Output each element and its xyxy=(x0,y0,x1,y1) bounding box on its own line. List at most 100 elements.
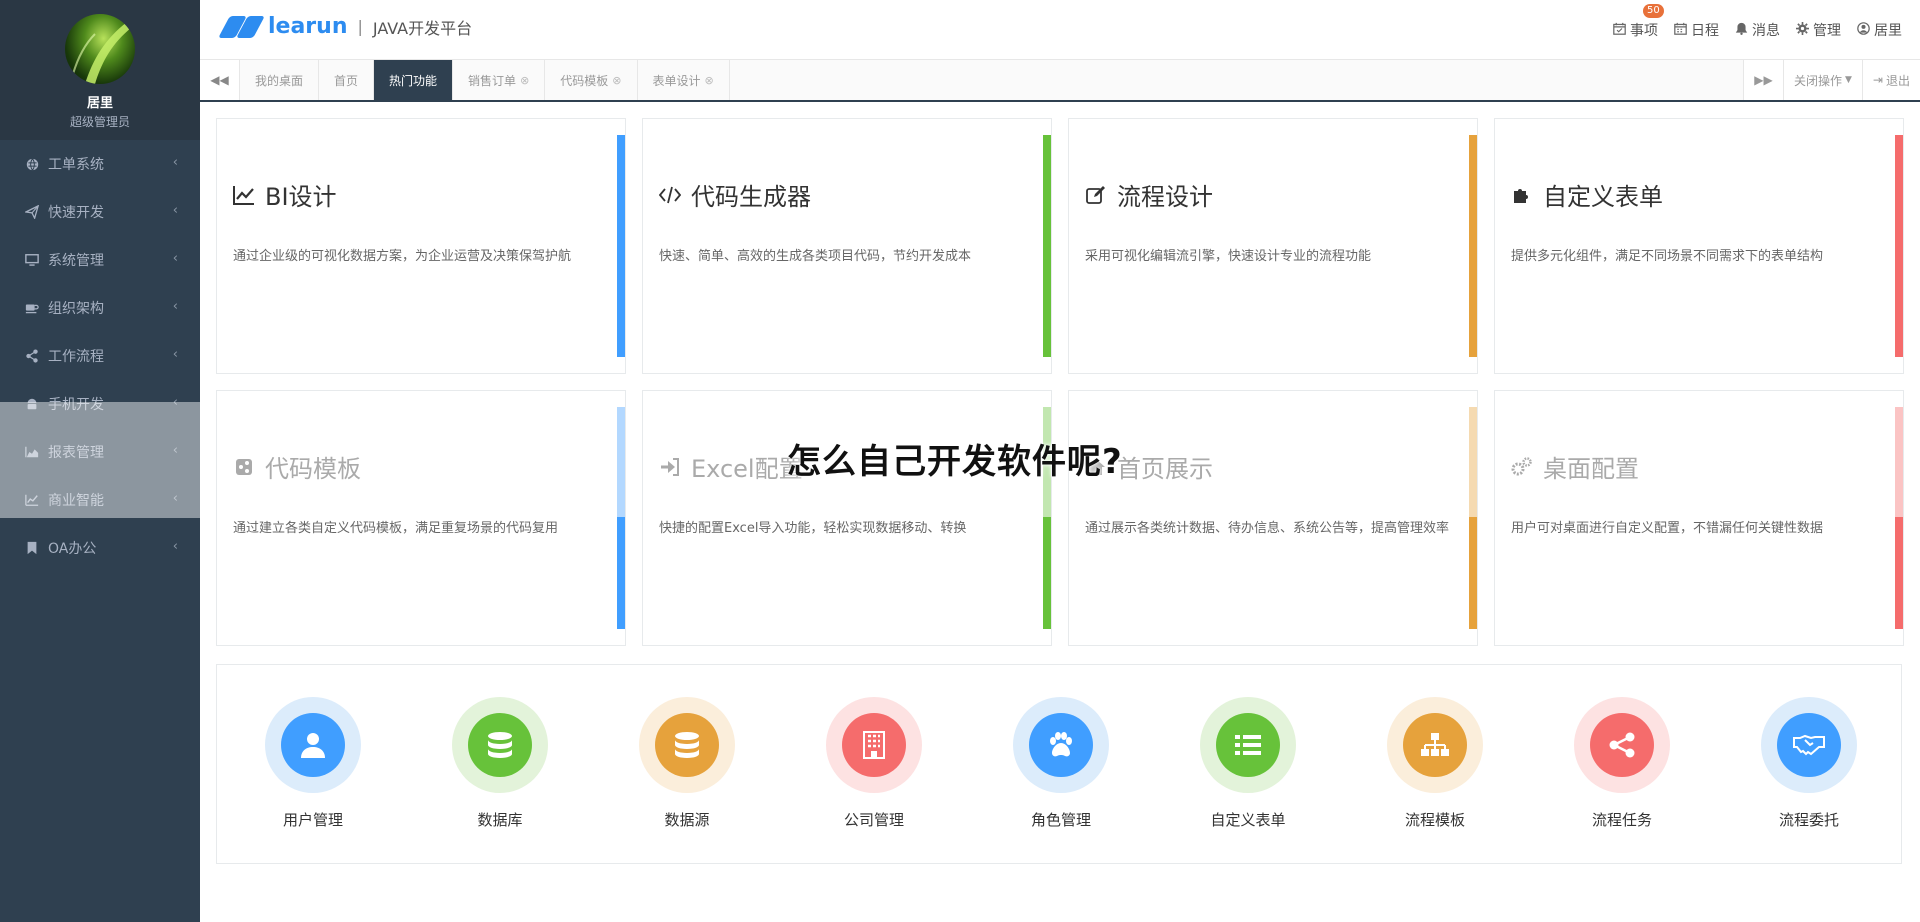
sidebar: 居里 超级管理员 工单系统 ‹ 快速开发 ‹ 系统管理 ‹ 组织架构 ‹ 工作流… xyxy=(0,0,200,922)
nav-schedule[interactable]: 日程 xyxy=(1666,20,1727,40)
tabs-scroll-right-button[interactable]: ▶▶ xyxy=(1742,60,1783,100)
feature-card-excel-config[interactable]: Excel配置 快捷的配置Excel导入功能，轻松实现数据移动、转换 xyxy=(642,390,1052,646)
tabs-scroll-left-button[interactable]: ◀◀ xyxy=(200,60,240,100)
quick-process-task[interactable]: 流程任务 xyxy=(1572,697,1672,830)
calendar-check-icon xyxy=(1613,22,1626,39)
tab-form-design[interactable]: 表单设计 ⊗ xyxy=(638,60,730,100)
tab-code-templates[interactable]: 代码模板 ⊗ xyxy=(545,60,638,100)
card-title: Excel配置 xyxy=(691,455,803,483)
tab-sales-orders[interactable]: 销售订单 ⊗ xyxy=(453,60,546,100)
bell-icon xyxy=(1735,22,1748,39)
database-icon xyxy=(488,732,512,758)
chevron-left-icon: ‹ xyxy=(172,347,178,362)
sidebar-item-mobile-dev[interactable]: 手机开发 ‹ xyxy=(0,380,200,428)
feature-card-code-template[interactable]: 代码模板 通过建立各类自定义代码模板，满足重复场景的代码复用 xyxy=(216,390,626,646)
globe-icon xyxy=(24,156,40,172)
chevron-left-icon: ‹ xyxy=(172,251,178,266)
quick-role-management[interactable]: 角色管理 xyxy=(1011,697,1111,830)
sidebar-item-business-intelligence[interactable]: 商业智能 ‹ xyxy=(0,476,200,524)
nav-tasks[interactable]: 事项 50 xyxy=(1605,4,1666,40)
quick-custom-form[interactable]: 自定义表单 xyxy=(1198,697,1298,830)
send-icon xyxy=(24,204,40,220)
tab-label: 代码模板 xyxy=(560,73,609,88)
quick-label: 公司管理 xyxy=(843,811,904,829)
sidebar-item-label: 手机开发 xyxy=(48,397,104,413)
logout-button[interactable]: ⇥ 退出 xyxy=(1861,60,1920,100)
sidebar-item-organization[interactable]: 组织架构 ‹ xyxy=(0,284,200,332)
quick-label: 角色管理 xyxy=(1030,811,1091,829)
card-accent-bar xyxy=(617,517,625,629)
card-accent-bar xyxy=(1895,135,1903,357)
quick-process-delegation[interactable]: 流程委托 xyxy=(1759,697,1859,830)
card-accent-bar-faded xyxy=(1469,407,1477,517)
sidebar-item-label: 商业智能 xyxy=(48,493,104,509)
share-icon xyxy=(24,348,40,364)
brand-logo[interactable]: learun | JAVA开发平台 xyxy=(218,14,472,39)
area-chart-icon xyxy=(24,444,40,460)
card-description: 提供多元化组件，满足不同场景不同需求下的表单结构 xyxy=(1511,249,1824,264)
card-description: 通过展示各类统计数据、待办信息、系统公告等，提高管理效率 xyxy=(1085,521,1450,536)
feature-card-code-generator[interactable]: 代码生成器 快速、简单、高效的生成各类项目代码，节约开发成本 xyxy=(642,118,1052,374)
close-icon[interactable]: ⊗ xyxy=(705,74,714,87)
tab-home[interactable]: 首页 xyxy=(319,60,375,100)
sidebar-item-report-management[interactable]: 报表管理 ‹ xyxy=(0,428,200,476)
sidebar-item-system-management[interactable]: 系统管理 ‹ xyxy=(0,236,200,284)
feature-card-process-design[interactable]: 流程设计 采用可视化编辑流引擎，快速设计专业的流程功能 xyxy=(1068,118,1478,374)
feature-card-home-display[interactable]: 首页展示 通过展示各类统计数据、待办信息、系统公告等，提高管理效率 xyxy=(1068,390,1478,646)
chevron-left-icon: ‹ xyxy=(172,155,178,170)
close-operations-dropdown[interactable]: 关闭操作 ▼ xyxy=(1782,60,1862,100)
list-icon xyxy=(1235,735,1261,755)
card-description: 采用可视化编辑流引擎，快速设计专业的流程功能 xyxy=(1085,249,1372,264)
nav-user[interactable]: 居里 xyxy=(1849,20,1920,40)
chevron-left-icon: ‹ xyxy=(172,299,178,314)
sidebar-item-label: OA办公 xyxy=(48,541,97,557)
sidebar-item-label: 组织架构 xyxy=(48,301,104,317)
tab-label: 我的桌面 xyxy=(255,73,304,88)
share-square-icon xyxy=(233,456,255,478)
quick-process-template[interactable]: 流程模板 xyxy=(1385,697,1485,830)
card-description: 通过企业级的可视化数据方案，为企业运营及决策保驾护航 xyxy=(233,249,572,264)
profile-name: 居里 xyxy=(86,96,113,111)
feature-card-bi-design[interactable]: BI设计 通过企业级的可视化数据方案，为企业运营及决策保驾护航 xyxy=(216,118,626,374)
logo-separator: | xyxy=(357,17,363,36)
platform-subtitle: JAVA开发平台 xyxy=(372,18,473,38)
tab-list: 我的桌面 首页 热门功能 销售订单 ⊗ 代码模板 ⊗ 表单设计 ⊗ xyxy=(240,60,730,100)
sidebar-item-ticket-system[interactable]: 工单系统 ‹ xyxy=(0,140,200,188)
sidebar-item-oa-office[interactable]: OA办公 ‹ xyxy=(0,524,200,572)
quick-data-source[interactable]: 数据源 xyxy=(637,697,737,830)
card-accent-bar xyxy=(1043,135,1051,357)
card-title: 代码模板 xyxy=(265,455,361,483)
quick-user-management[interactable]: 用户管理 xyxy=(263,697,363,830)
line-chart-icon xyxy=(233,184,255,206)
chevron-left-icon: ‹ xyxy=(172,539,178,554)
paw-icon xyxy=(1050,732,1072,757)
database-icon xyxy=(675,732,699,758)
quick-label: 自定义表单 xyxy=(1210,811,1286,829)
feature-card-desktop-config[interactable]: 桌面配置 用户可对桌面进行自定义配置，不错漏任何关键性数据 xyxy=(1494,390,1904,646)
quick-database[interactable]: 数据库 xyxy=(450,697,550,830)
feature-card-custom-form[interactable]: 自定义表单 提供多元化组件，满足不同场景不同需求下的表单结构 xyxy=(1494,118,1904,374)
tab-my-desktop[interactable]: 我的桌面 xyxy=(240,60,320,100)
sidebar-item-rapid-dev[interactable]: 快速开发 ‹ xyxy=(0,188,200,236)
overlay-title: 怎么自己开发软件呢? xyxy=(787,442,1123,482)
close-icon[interactable]: ⊗ xyxy=(612,74,621,87)
share-alt-icon xyxy=(1609,732,1635,758)
tab-actions: ▶▶ 关闭操作 ▼ ⇥ 退出 xyxy=(1742,60,1920,100)
quick-company-management[interactable]: 公司管理 xyxy=(824,697,924,830)
card-accent-bar xyxy=(617,135,625,357)
tab-hot-features[interactable]: 热门功能 xyxy=(374,60,454,100)
card-title: 流程设计 xyxy=(1117,183,1213,211)
close-icon[interactable]: ⊗ xyxy=(520,74,529,87)
nav-manage[interactable]: 管理 xyxy=(1788,20,1849,40)
caret-down-icon: ▼ xyxy=(1845,75,1852,85)
avatar[interactable] xyxy=(65,14,135,84)
nav-messages[interactable]: 消息 xyxy=(1727,20,1788,40)
code-icon xyxy=(659,184,681,206)
card-description: 快捷的配置Excel导入功能，轻松实现数据移动、转换 xyxy=(659,521,967,536)
coffee-icon xyxy=(24,300,40,316)
sidebar-item-workflow[interactable]: 工作流程 ‹ xyxy=(0,332,200,380)
profile-panel: 居里 超级管理员 xyxy=(0,0,200,140)
sidebar-item-label: 报表管理 xyxy=(48,445,104,461)
tab-label: 首页 xyxy=(334,73,359,88)
logo-text: learun xyxy=(268,14,348,39)
